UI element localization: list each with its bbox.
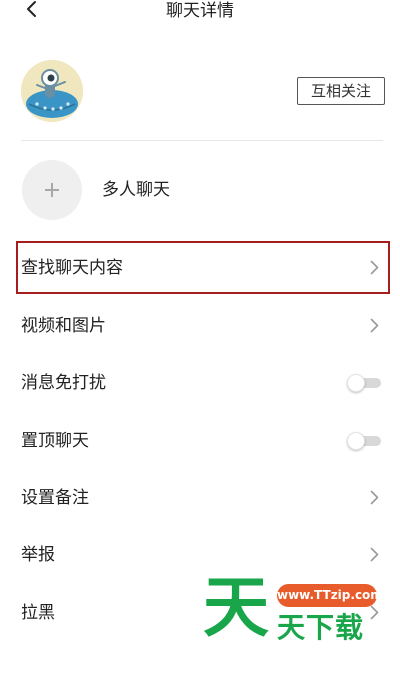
alien-avatar-icon bbox=[21, 60, 83, 122]
do-not-disturb-toggle[interactable] bbox=[347, 374, 383, 392]
pin-chat-label: 置顶聊天 bbox=[21, 431, 89, 451]
mutual-follow-button[interactable]: 互相关注 bbox=[297, 77, 385, 105]
chevron-right-icon bbox=[370, 260, 379, 275]
media-label: 视频和图片 bbox=[21, 316, 106, 336]
report-row[interactable]: 举报 bbox=[0, 527, 400, 583]
search-chat-row[interactable]: 查找聊天内容 bbox=[0, 240, 400, 296]
site-watermark: 天 www.TTzip.com 天下载 bbox=[203, 572, 383, 650]
watermark-logo-char: 天 bbox=[203, 569, 269, 646]
media-row[interactable]: 视频和图片 bbox=[0, 298, 400, 354]
divider bbox=[21, 140, 383, 141]
do-not-disturb-label: 消息免打扰 bbox=[21, 373, 106, 393]
page-title: 聊天详情 bbox=[166, 1, 234, 21]
pin-chat-toggle[interactable] bbox=[347, 432, 383, 450]
watermark-text: 天下载 bbox=[277, 611, 365, 644]
header-bar: 聊天详情 bbox=[0, 0, 400, 40]
chevron-right-icon bbox=[370, 318, 379, 333]
toggle-knob bbox=[347, 374, 365, 392]
group-chat-label: 多人聊天 bbox=[102, 180, 170, 200]
chevron-right-icon bbox=[370, 490, 379, 505]
set-remark-row[interactable]: 设置备注 bbox=[0, 470, 400, 526]
plus-icon bbox=[51, 183, 53, 197]
watermark-url: www.TTzip.com bbox=[277, 584, 383, 607]
group-chat-row: 多人聊天 bbox=[0, 155, 400, 225]
do-not-disturb-row: 消息免打扰 bbox=[0, 355, 400, 411]
toggle-knob bbox=[347, 432, 365, 450]
pin-chat-row: 置顶聊天 bbox=[0, 413, 400, 469]
search-chat-label: 查找聊天内容 bbox=[21, 258, 123, 278]
block-label: 拉黑 bbox=[21, 603, 55, 623]
set-remark-label: 设置备注 bbox=[21, 488, 89, 508]
avatar[interactable] bbox=[21, 60, 83, 122]
profile-section: 互相关注 bbox=[0, 40, 400, 140]
report-label: 举报 bbox=[21, 545, 55, 565]
chevron-right-icon bbox=[370, 547, 379, 562]
add-member-button[interactable] bbox=[22, 160, 82, 220]
chat-details-screen: 聊天详情 互相关注 多人聊天 查找聊天内容 视频和图片 消息免打扰 置顶聊天 设… bbox=[0, 0, 400, 673]
